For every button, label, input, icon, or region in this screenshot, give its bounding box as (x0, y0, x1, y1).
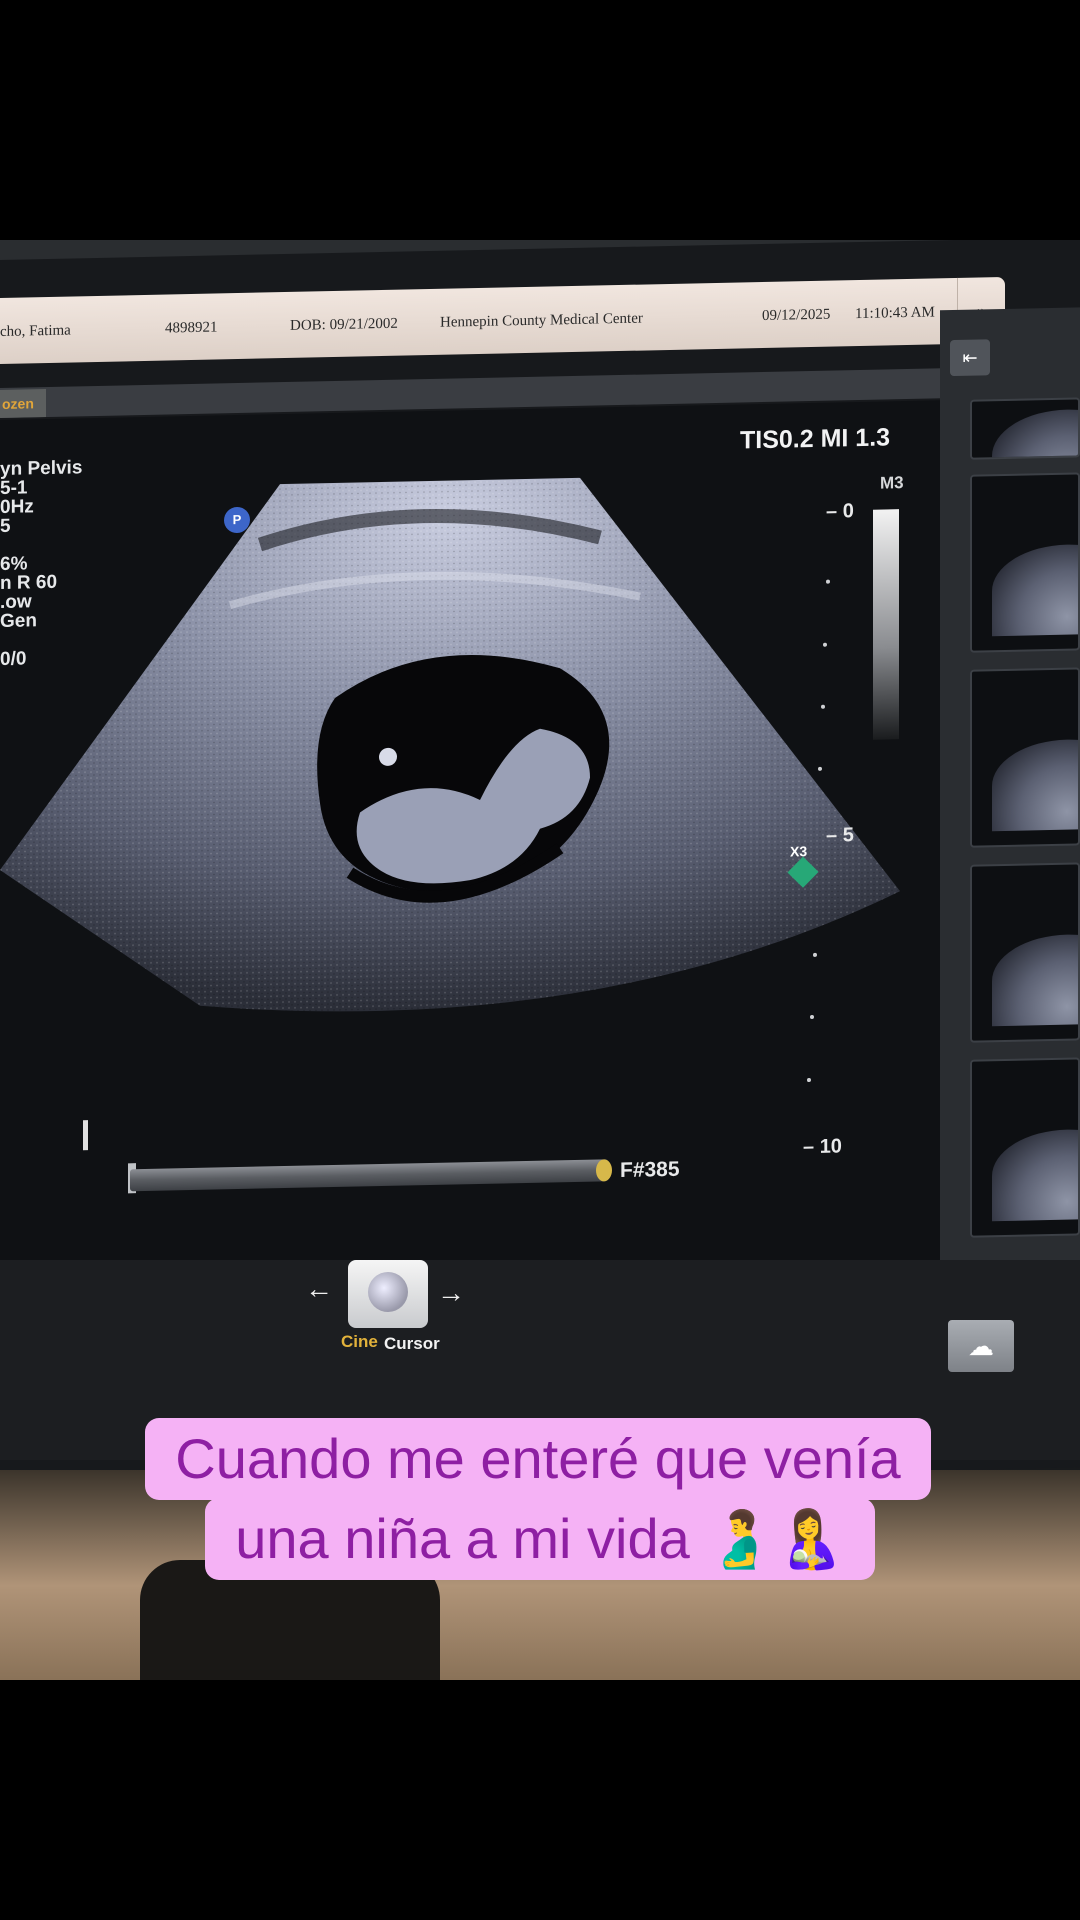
arrow-left-icon: ← (305, 1273, 333, 1304)
cloud-icon[interactable]: ☁ (948, 1320, 1014, 1372)
frame-number: F#385 (620, 1157, 680, 1183)
cursor-mode-label: Cursor (384, 1334, 440, 1353)
depth-label-5: – 5 (826, 824, 854, 847)
ultrasound-sector-image (0, 471, 900, 1012)
trackball-icon (368, 1272, 408, 1312)
depth-label-10: – 10 (803, 1135, 842, 1159)
arrow-right-icon: → (437, 1277, 465, 1308)
caption-line-2: una niña a mi vida 🫃🤱 (205, 1498, 875, 1580)
param-preset: yn Pelvis (0, 457, 83, 480)
patient-name: cho, Fatima (0, 322, 71, 340)
caption-line-1: Cuando me enteré que venía (145, 1418, 931, 1500)
medical-center: Hennepin County Medical Center (440, 310, 643, 331)
thumbnail-4[interactable] (970, 862, 1080, 1043)
exam-time: 11:10:43 AM (855, 304, 935, 323)
patient-dob: DOB: 09/21/2002 (290, 315, 398, 334)
bottom-black-band (0, 1680, 1080, 1920)
exam-date: 09/12/2025 (762, 306, 831, 325)
focus-marker-label: X3 (790, 843, 808, 860)
cine-mode-label: Cine (341, 1332, 378, 1351)
orientation-mark (83, 1120, 88, 1151)
thumbnail-strip: ⇤ (940, 307, 1080, 1271)
thumbnail-2[interactable] (970, 472, 1080, 653)
trackball-button[interactable] (348, 1260, 428, 1328)
thumbnail-5[interactable] (970, 1057, 1080, 1238)
top-black-band (0, 0, 1080, 240)
thumbnail-3[interactable] (970, 667, 1080, 848)
patient-id: 4898921 (165, 319, 218, 337)
thumbnail-1[interactable] (970, 397, 1080, 460)
pin-icon[interactable]: ⇤ (950, 339, 990, 377)
depth-label-0: – 0 (826, 500, 854, 523)
video-caption: Cuando me enteré que venía una niña a mi… (0, 1418, 1080, 1580)
frozen-status-badge: ozen (0, 389, 46, 418)
tis-mi-readout: TIS0.2 MI 1.3 (740, 423, 891, 455)
patient-info-bar: cho, Fatima 4898921 DOB: 09/21/2002 Henn… (0, 276, 1005, 364)
